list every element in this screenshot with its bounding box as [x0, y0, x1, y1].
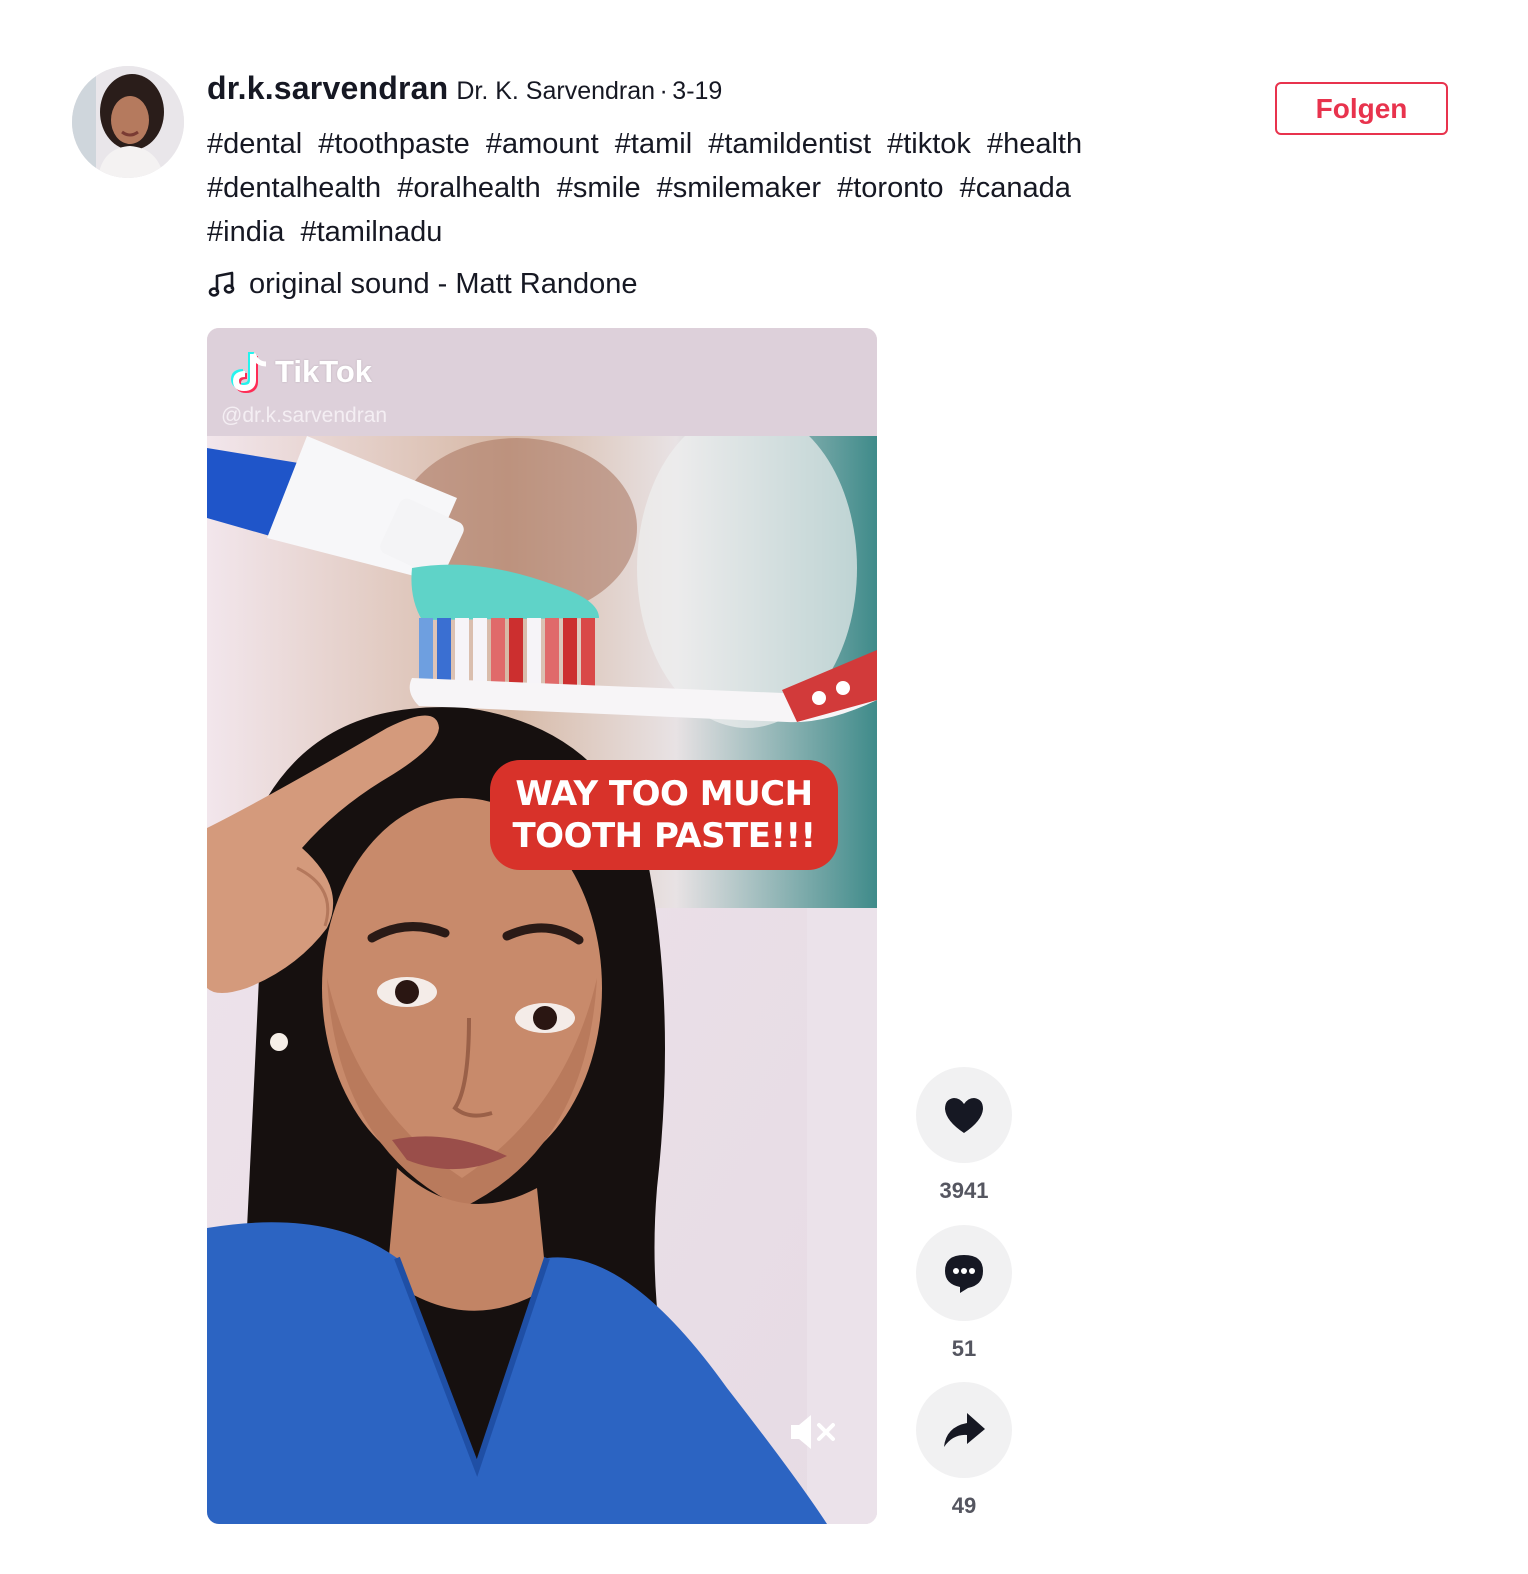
hashtag-link[interactable]: #india	[207, 216, 284, 248]
share-button[interactable]	[916, 1382, 1012, 1478]
share-icon	[944, 1413, 985, 1447]
like-button[interactable]	[916, 1067, 1012, 1163]
overlay-line-1: WAY TOO MUCH	[515, 774, 813, 814]
post-header: dr.k.sarvendran Dr. K. Sarvendran · 3-19	[207, 70, 722, 107]
video-overlay-caption: WAY TOO MUCH TOOTH PASTE!!!	[490, 760, 838, 870]
sound-link[interactable]: original sound - Matt Randone	[207, 262, 638, 306]
share-count: 49	[951, 1493, 977, 1518]
hashtag-link[interactable]: #toronto	[837, 172, 943, 204]
comment-button[interactable]	[916, 1225, 1012, 1321]
separator: ·	[659, 77, 668, 105]
hashtag-link[interactable]: #health	[987, 128, 1082, 160]
overlay-line-2: TOOTH PASTE!!!	[512, 816, 816, 856]
mute-icon	[791, 1415, 835, 1449]
heart-icon	[945, 1098, 983, 1133]
hashtag-link[interactable]: #tiktok	[887, 128, 971, 160]
comment-icon	[945, 1255, 983, 1293]
watermark-handle: @dr.k.sarvendran	[221, 404, 388, 427]
hashtag-link[interactable]: #smilemaker	[657, 172, 821, 204]
tiktok-logo-icon	[230, 352, 267, 394]
avatar[interactable]	[72, 66, 184, 178]
music-note-icon	[208, 271, 235, 297]
hashtag-link[interactable]: #dentalhealth	[207, 172, 381, 204]
avatar-image	[72, 66, 184, 178]
hashtag-link[interactable]: #tamil	[615, 128, 692, 160]
like-count: 3941	[939, 1178, 989, 1203]
hashtag-link[interactable]: #oralhealth	[397, 172, 541, 204]
follow-button[interactable]: Folgen	[1275, 82, 1448, 135]
hashtag-link[interactable]: #tamildentist	[708, 128, 871, 160]
sound-name: original sound - Matt Randone	[249, 267, 638, 300]
hashtag-link[interactable]: #tamilnadu	[300, 216, 442, 248]
post-date: 3-19	[672, 77, 723, 105]
caption: #dental #toothpaste #amount #tamil #tami…	[207, 122, 1197, 254]
username-link[interactable]: dr.k.sarvendran	[207, 70, 448, 106]
hashtag-link[interactable]: #toothpaste	[318, 128, 470, 160]
nickname: Dr. K. Sarvendran	[456, 77, 656, 105]
hashtag-link[interactable]: #smile	[557, 172, 641, 204]
hashtag-link[interactable]: #canada	[960, 172, 1071, 204]
video-frame	[207, 328, 877, 1524]
watermark-brand: TikTok	[275, 354, 373, 389]
hashtag-link[interactable]: #amount	[486, 128, 599, 160]
watermark-logo: TikTok	[229, 350, 372, 394]
comment-count: 51	[951, 1336, 977, 1361]
hashtag-link[interactable]: #dental	[207, 128, 302, 160]
video-player[interactable]: TikTok @dr.k.sarvendran WAY TOO MUCH TOO…	[207, 328, 877, 1524]
mute-button[interactable]	[787, 1412, 839, 1452]
